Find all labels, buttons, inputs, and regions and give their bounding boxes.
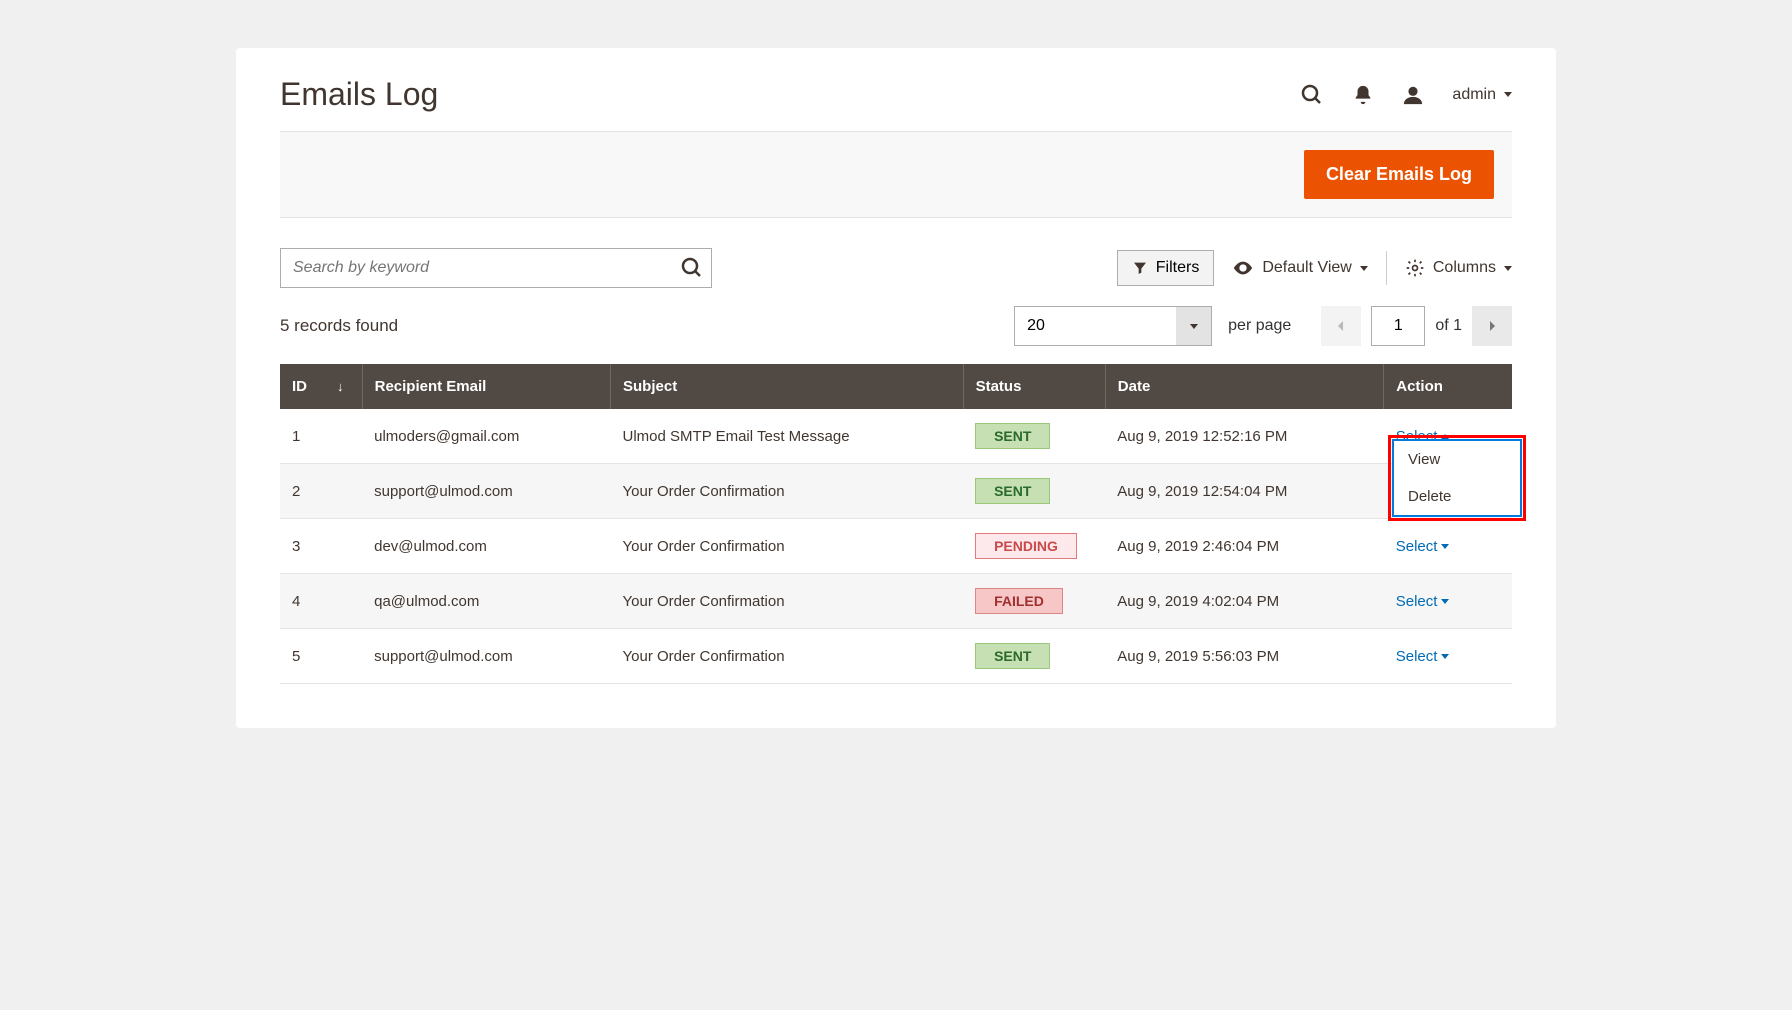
divider <box>1386 251 1387 285</box>
search-icon[interactable] <box>1300 83 1324 107</box>
caret-down-icon <box>1441 599 1449 604</box>
action-select[interactable]: Select <box>1396 648 1450 665</box>
chevron-down-icon <box>1360 266 1368 271</box>
cell-email: support@ulmod.com <box>362 629 610 684</box>
eye-icon <box>1232 257 1254 279</box>
th-subject[interactable]: Subject <box>611 364 964 409</box>
page-of-label: of 1 <box>1435 317 1462 335</box>
cell-email: dev@ulmod.com <box>362 519 610 574</box>
action-bar: Clear Emails Log <box>280 131 1512 218</box>
right-controls: Filters Default View Columns <box>1117 250 1512 286</box>
records-found: 5 records found <box>280 316 398 336</box>
page-input[interactable] <box>1371 306 1425 346</box>
th-action[interactable]: Action <box>1384 364 1512 409</box>
status-badge: SENT <box>975 643 1050 669</box>
controls-row: Filters Default View Columns <box>280 248 1512 288</box>
funnel-icon <box>1132 260 1148 276</box>
notifications-icon[interactable] <box>1352 84 1374 106</box>
cell-subject: Your Order Confirmation <box>611 629 964 684</box>
action-menu-delete[interactable]: Delete <box>1394 478 1520 515</box>
action-menu-highlight: ViewDelete <box>1388 435 1526 521</box>
prev-page-button[interactable] <box>1321 306 1361 346</box>
user-dropdown[interactable]: admin <box>1452 86 1512 104</box>
th-id[interactable]: ID↓ <box>280 364 362 409</box>
cell-email: support@ulmod.com <box>362 464 610 519</box>
records-row: 5 records found per page of 1 <box>280 306 1512 346</box>
sort-desc-icon: ↓ <box>337 379 344 394</box>
cell-subject: Your Order Confirmation <box>611 464 964 519</box>
cell-status: SENT <box>963 464 1105 519</box>
page-title: Emails Log <box>280 76 438 113</box>
cell-date: Aug 9, 2019 12:54:04 PM <box>1105 464 1383 519</box>
chevron-down-icon <box>1190 324 1198 329</box>
action-menu: ViewDelete <box>1392 439 1522 517</box>
cell-email: ulmoders@gmail.com <box>362 409 610 464</box>
cell-date: Aug 9, 2019 12:52:16 PM <box>1105 409 1383 464</box>
caret-down-icon <box>1441 654 1449 659</box>
cell-id: 2 <box>280 464 362 519</box>
next-page-button[interactable] <box>1472 306 1512 346</box>
user-icon[interactable] <box>1402 84 1424 106</box>
header-actions: admin <box>1300 83 1512 107</box>
per-page-dropdown[interactable] <box>1176 306 1212 346</box>
search-wrap <box>280 248 712 288</box>
action-menu-view[interactable]: View <box>1394 441 1520 478</box>
table-row: 2support@ulmod.comYour Order Confirmatio… <box>280 464 1512 519</box>
status-badge: SENT <box>975 423 1050 449</box>
default-view-label: Default View <box>1262 259 1352 277</box>
th-date[interactable]: Date <box>1105 364 1383 409</box>
caret-down-icon <box>1441 544 1449 549</box>
table-row: 4qa@ulmod.comYour Order Confirmation FAIL… <box>280 574 1512 629</box>
cell-date: Aug 9, 2019 5:56:03 PM <box>1105 629 1383 684</box>
cell-subject: Your Order Confirmation <box>611 519 964 574</box>
action-select[interactable]: Select <box>1396 593 1450 610</box>
status-badge: PENDING <box>975 533 1077 559</box>
search-button[interactable] <box>680 256 704 280</box>
cell-action: Select <box>1384 629 1512 684</box>
per-page-input[interactable] <box>1014 306 1180 346</box>
cell-id: 4 <box>280 574 362 629</box>
cell-id: 1 <box>280 409 362 464</box>
pagination: per page of 1 <box>1014 306 1512 346</box>
cell-date: Aug 9, 2019 2:46:04 PM <box>1105 519 1383 574</box>
cell-email: qa@ulmod.com <box>362 574 610 629</box>
cell-action: Select <box>1384 574 1512 629</box>
th-status[interactable]: Status <box>963 364 1105 409</box>
status-badge: FAILED <box>975 588 1063 614</box>
cell-status: SENT <box>963 409 1105 464</box>
per-page-label: per page <box>1228 317 1291 335</box>
cell-status: FAILED <box>963 574 1105 629</box>
chevron-down-icon <box>1504 266 1512 271</box>
th-email[interactable]: Recipient Email <box>362 364 610 409</box>
chevron-right-icon <box>1486 319 1498 333</box>
cell-action: Select <box>1384 519 1512 574</box>
cell-subject: Ulmod SMTP Email Test Message <box>611 409 964 464</box>
status-badge: SENT <box>975 478 1050 504</box>
default-view-dropdown[interactable]: Default View <box>1232 257 1368 279</box>
filters-button[interactable]: Filters <box>1117 250 1215 286</box>
user-label: admin <box>1452 86 1496 104</box>
cell-subject: Your Order Confirmation <box>611 574 964 629</box>
action-select[interactable]: Select <box>1396 538 1450 555</box>
table-row: 5support@ulmod.comYour Order Confirmatio… <box>280 629 1512 684</box>
clear-emails-log-button[interactable]: Clear Emails Log <box>1304 150 1494 199</box>
page: Emails Log admin Clear Emails Log <box>236 48 1556 728</box>
cell-status: SENT <box>963 629 1105 684</box>
cell-date: Aug 9, 2019 4:02:04 PM <box>1105 574 1383 629</box>
page-header: Emails Log admin <box>280 48 1512 131</box>
cell-id: 5 <box>280 629 362 684</box>
columns-dropdown[interactable]: Columns <box>1405 258 1512 278</box>
gear-icon <box>1405 258 1425 278</box>
chevron-down-icon <box>1504 92 1512 97</box>
table-row: 3dev@ulmod.comYour Order Confirmation PEN… <box>280 519 1512 574</box>
emails-table: ID↓ Recipient Email Subject Status Date … <box>280 364 1512 684</box>
chevron-left-icon <box>1335 319 1347 333</box>
cell-action: SelectViewDelete <box>1384 409 1512 464</box>
table-row: 1ulmoders@gmail.comUlmod SMTP Email Test… <box>280 409 1512 464</box>
filters-label: Filters <box>1156 259 1200 277</box>
cell-id: 3 <box>280 519 362 574</box>
search-input[interactable] <box>280 248 712 288</box>
cell-status: PENDING <box>963 519 1105 574</box>
columns-label: Columns <box>1433 259 1496 277</box>
